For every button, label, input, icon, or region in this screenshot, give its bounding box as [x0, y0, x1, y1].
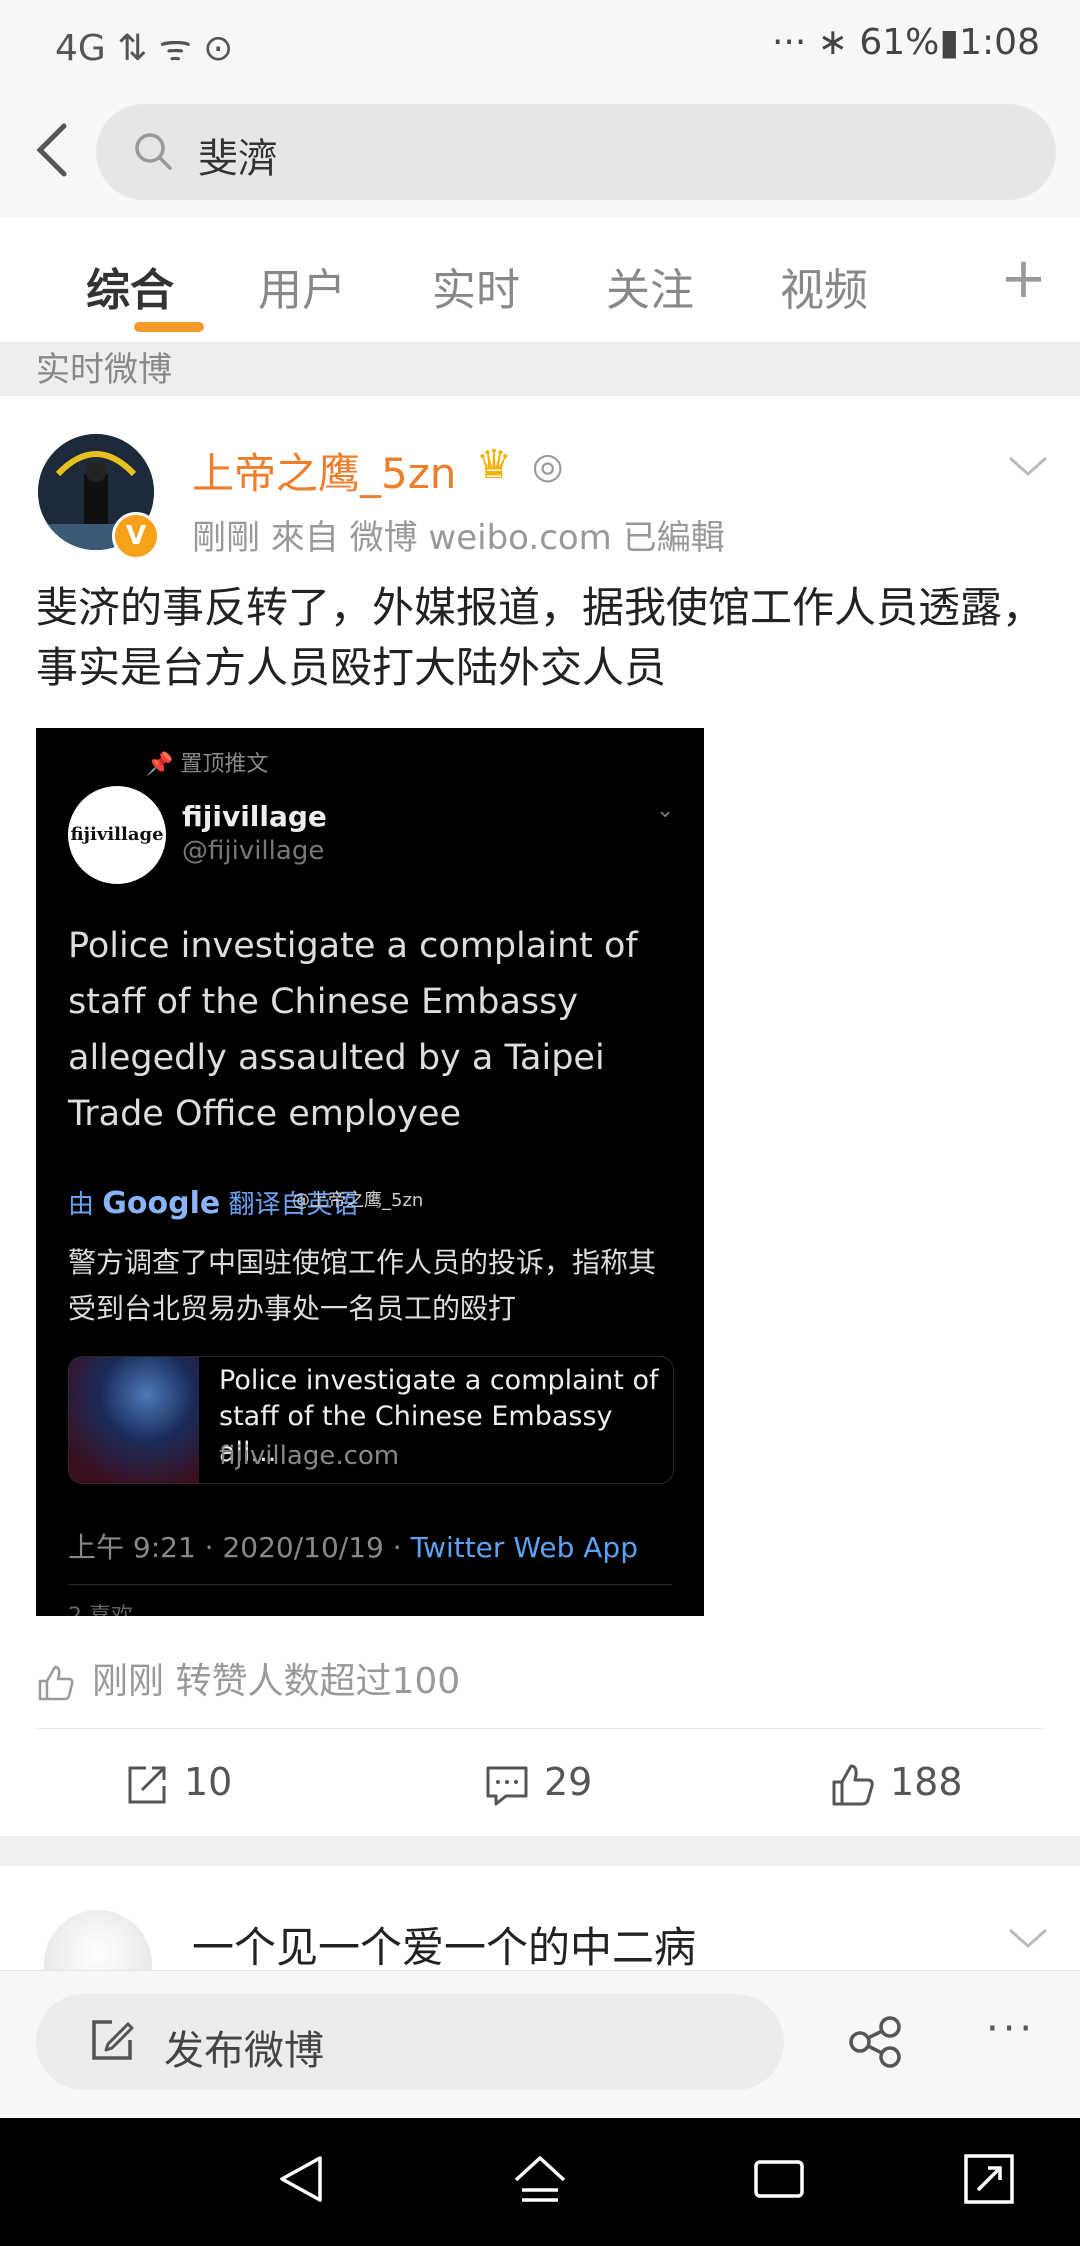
- status-bar: 4G ⇅ ᯤ ⊙ ··· ∗ 61%▮1:08: [0, 0, 1080, 92]
- nav-recents-icon[interactable]: [752, 2152, 806, 2210]
- watermark: @上帝之鹰_5zn: [292, 1190, 424, 1211]
- tab-comprehensive[interactable]: 综合: [86, 254, 174, 318]
- section-label: 实时微博: [36, 350, 172, 390]
- link-domain: fijivillage.com: [219, 1441, 400, 1471]
- tweet-divider: [68, 1584, 672, 1585]
- add-tab-button[interactable]: +: [1000, 246, 1047, 311]
- status-left: 4G ⇅ ᯤ ⊙: [55, 28, 234, 69]
- search-icon: [132, 130, 176, 178]
- back-icon[interactable]: [28, 120, 78, 180]
- tab-video[interactable]: 视频: [780, 254, 868, 318]
- medal-icon: ◎: [532, 446, 564, 487]
- divider: [36, 1728, 1044, 1729]
- comment-button[interactable]: 29: [484, 1760, 592, 1808]
- nav-home-icon[interactable]: [512, 2152, 568, 2210]
- tab-active-indicator: [134, 322, 204, 332]
- tab-following[interactable]: 关注: [606, 254, 694, 318]
- tweet-handle: @fijivillage: [182, 836, 325, 866]
- post-text: 斐济的事反转了，外媒报道，据我使馆工作人员透露，事实是台方人员殴打大陆外交人员: [36, 583, 1045, 692]
- more-icon[interactable]: ···: [986, 2006, 1036, 2052]
- tweet-time: 上午 9:21 · 2020/10/19 · Twitter Web App: [68, 1531, 638, 1564]
- compose-label: 发布微博: [164, 2028, 324, 2074]
- card-gap: [0, 1836, 1080, 1866]
- nav-expand-icon[interactable]: [962, 2152, 1016, 2210]
- link-thumbnail: [69, 1357, 199, 1483]
- search-query: 斐濟: [198, 136, 278, 182]
- post-author[interactable]: 上帝之鹰_5zn: [192, 440, 456, 501]
- repost-icon: [128, 1766, 166, 1803]
- tweet-chevron-icon: ⌄: [656, 798, 675, 823]
- repost-button[interactable]: 10: [124, 1760, 232, 1808]
- likes-note: 刚刚 转赞人数超过100: [36, 1652, 460, 1704]
- next-post-chevron-icon[interactable]: [1006, 1924, 1050, 1956]
- next-post-author[interactable]: 一个见一个爱一个的中二病: [192, 1914, 696, 1975]
- fijivillage-logo: fijivillage: [68, 786, 166, 884]
- compose-button[interactable]: [36, 1994, 784, 2090]
- section-header: 实时微博: [0, 342, 1080, 396]
- pinned-label: 📌 置顶推文: [146, 752, 269, 777]
- crown-icon: ♛: [476, 442, 512, 488]
- comment-icon: [486, 1766, 528, 1805]
- tab-users[interactable]: 用户: [258, 254, 346, 318]
- nav-back-icon[interactable]: [274, 2152, 328, 2210]
- post-meta: 剛剛 來自 微博 weibo.com 已編輯: [192, 518, 725, 558]
- post-image[interactable]: 📌 置顶推文 fijivillage fijivillage @fijivill…: [36, 728, 704, 1616]
- edit-icon: [88, 2016, 136, 2068]
- like-button[interactable]: 188: [830, 1760, 963, 1808]
- tweet-translation: 警方调查了中国驻使馆工作人员的投诉，指称其受到台北贸易办事处一名员工的殴打: [68, 1246, 657, 1325]
- tweet-account: fijivillage: [182, 800, 327, 833]
- tweet-text: Police investigate a complaint of staff …: [68, 926, 638, 1134]
- verified-badge: V: [112, 512, 160, 560]
- chevron-down-icon[interactable]: [1006, 452, 1050, 484]
- like-icon: [832, 1764, 874, 1805]
- thumb-up-icon: [38, 1665, 74, 1701]
- status-right: ··· ∗ 61%▮1:08: [771, 22, 1040, 63]
- share-icon[interactable]: [848, 2016, 904, 2072]
- link-card: Police investigate a complaint of staff …: [68, 1356, 674, 1484]
- tab-realtime[interactable]: 实时: [432, 254, 520, 318]
- tweet-likes: 2 喜欢: [68, 1598, 133, 1616]
